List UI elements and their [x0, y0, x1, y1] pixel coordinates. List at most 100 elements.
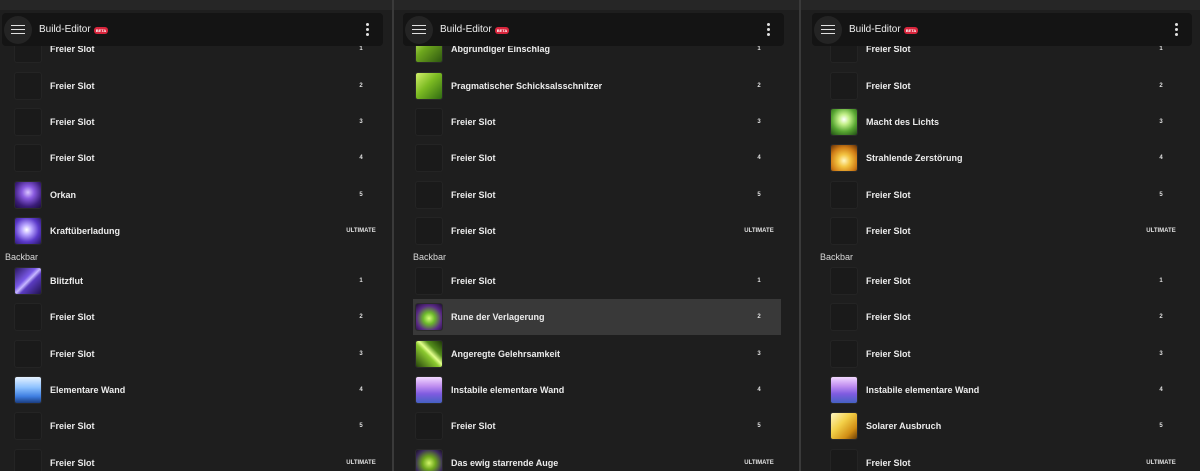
build-panel-2: Abgrundiger Einschlag 1 Build-Editor BET… [394, 0, 799, 471]
skill-row[interactable]: Freier Slot ULTIMATE [12, 446, 383, 471]
skill-row[interactable]: Freier Slot 5 [413, 409, 781, 443]
skill-row[interactable]: Freier Slot 3 [413, 105, 781, 139]
skill-row[interactable]: Freier Slot 1 [413, 264, 781, 298]
skill-name: Freier Slot [50, 421, 95, 431]
empty-slot-icon [830, 303, 858, 331]
empty-slot-icon [415, 144, 443, 172]
skill-name: Das ewig starrende Auge [451, 458, 559, 468]
skill-row[interactable]: Instabile elementare Wand 4 [413, 373, 781, 407]
slot-number: 3 [1159, 351, 1163, 357]
window-top-strip [394, 0, 799, 10]
slot-number: 1 [1159, 278, 1163, 284]
lightning-flood-icon [14, 267, 42, 295]
empty-slot-icon [830, 217, 858, 245]
empty-slot-icon [415, 217, 443, 245]
skill-row[interactable]: Freier Slot 3 [12, 337, 383, 371]
skill-row[interactable]: Freier Slot 5 [413, 178, 781, 212]
skill-name: Rune der Verlagerung [451, 312, 545, 322]
skill-name: Solarer Ausbruch [866, 421, 942, 431]
hamburger-menu-icon[interactable] [814, 15, 842, 44]
empty-slot-icon [14, 303, 42, 331]
more-options-icon[interactable] [1175, 28, 1178, 31]
fate-carver-icon [415, 72, 443, 100]
slot-number: ULTIMATE [744, 460, 774, 466]
app-bar: Build-Editor BETA [403, 13, 784, 46]
slot-number: 2 [757, 83, 761, 89]
hamburger-menu-icon[interactable] [4, 15, 32, 44]
skill-name: Freier Slot [866, 81, 911, 91]
skill-name: Orkan [50, 190, 77, 200]
slot-number: ULTIMATE [1146, 460, 1176, 466]
slot-number: 5 [359, 192, 363, 198]
more-options-icon[interactable] [767, 28, 770, 31]
skill-row[interactable]: Freier Slot 2 [12, 69, 383, 103]
solar-burst-icon [830, 412, 858, 440]
slot-number: 3 [359, 351, 363, 357]
slot-number: 3 [1159, 119, 1163, 125]
skill-row[interactable]: Angeregte Gelehrsamkeit 3 [413, 337, 781, 371]
slot-number: 4 [757, 387, 761, 393]
slot-number: 4 [359, 387, 363, 393]
unstable-wall-icon [830, 376, 858, 404]
skill-row[interactable]: Das ewig starrende Auge ULTIMATE [413, 446, 781, 471]
window-top-strip [801, 0, 1200, 10]
skill-row[interactable]: Freier Slot 5 [12, 409, 383, 443]
skill-row[interactable]: Freier Slot 2 [828, 69, 1181, 103]
skill-row[interactable]: Freier Slot 4 [413, 141, 781, 175]
slot-number: 2 [1159, 314, 1163, 320]
skill-row[interactable]: Orkan 5 [12, 178, 383, 212]
empty-slot-icon [14, 340, 42, 368]
skill-row[interactable]: Macht des Lichts 3 [828, 105, 1181, 139]
skill-row[interactable]: Freier Slot 3 [12, 105, 383, 139]
elemental-wall-icon [14, 376, 42, 404]
skill-row[interactable]: Instabile elementare Wand 4 [828, 373, 1181, 407]
skill-row[interactable]: Blitzflut 1 [12, 264, 383, 298]
empty-slot-icon [830, 72, 858, 100]
skill-name: Freier Slot [866, 312, 911, 322]
backbar-label: Backbar [820, 252, 854, 262]
skill-row[interactable]: Freier Slot 1 [828, 264, 1181, 298]
slot-number: 1 [757, 46, 761, 52]
skill-row[interactable]: Freier Slot ULTIMATE [828, 446, 1181, 471]
skill-name: Pragmatischer Schicksalsschnitzer [451, 81, 603, 91]
empty-slot-icon [830, 449, 858, 471]
slot-number: 5 [757, 192, 761, 198]
hamburger-menu-icon[interactable] [405, 15, 433, 44]
skill-row[interactable]: Kraftüberladung ULTIMATE [12, 214, 383, 248]
skill-row[interactable]: Solarer Ausbruch 5 [828, 409, 1181, 443]
beta-badge: BETA [903, 27, 919, 34]
more-options-icon[interactable] [366, 28, 369, 31]
skill-name: Freier Slot [866, 458, 911, 468]
empty-slot-icon [830, 340, 858, 368]
skill-row[interactable]: Freier Slot ULTIMATE [413, 214, 781, 248]
slot-number: 5 [359, 423, 363, 429]
skill-row[interactable]: Freier Slot 4 [12, 141, 383, 175]
skill-row[interactable]: Pragmatischer Schicksalsschnitzer 2 [413, 69, 781, 103]
skill-name: Freier Slot [50, 153, 95, 163]
skill-row[interactable]: Freier Slot 5 [828, 178, 1181, 212]
empty-slot-icon [830, 181, 858, 209]
slot-number: 4 [359, 155, 363, 161]
skill-row-selected[interactable]: Rune der Verlagerung 2 [413, 299, 781, 335]
slot-number: 1 [1159, 46, 1163, 52]
skill-row[interactable]: Elementare Wand 4 [12, 373, 383, 407]
empty-slot-icon [830, 267, 858, 295]
skill-row[interactable]: Freier Slot 2 [828, 300, 1181, 334]
skill-name: Freier Slot [50, 117, 95, 127]
skill-name: Macht des Lichts [866, 117, 940, 127]
skill-row[interactable]: Strahlende Zerstörung 4 [828, 141, 1181, 175]
empty-slot-icon [14, 449, 42, 471]
displacement-rune-icon [415, 303, 443, 331]
empty-slot-icon [14, 108, 42, 136]
app-title: Build-Editor [849, 24, 901, 35]
skill-row[interactable]: Freier Slot ULTIMATE [828, 214, 1181, 248]
skill-row[interactable]: Freier Slot 3 [828, 337, 1181, 371]
skill-name: Instabile elementare Wand [451, 385, 565, 395]
app-title: Build-Editor [39, 24, 91, 35]
slot-number: 5 [1159, 423, 1163, 429]
staring-eye-icon [415, 449, 443, 471]
skill-row[interactable]: Freier Slot 2 [12, 300, 383, 334]
slot-number: 1 [359, 278, 363, 284]
skill-name: Blitzflut [50, 276, 83, 286]
skill-name: Freier Slot [451, 117, 496, 127]
